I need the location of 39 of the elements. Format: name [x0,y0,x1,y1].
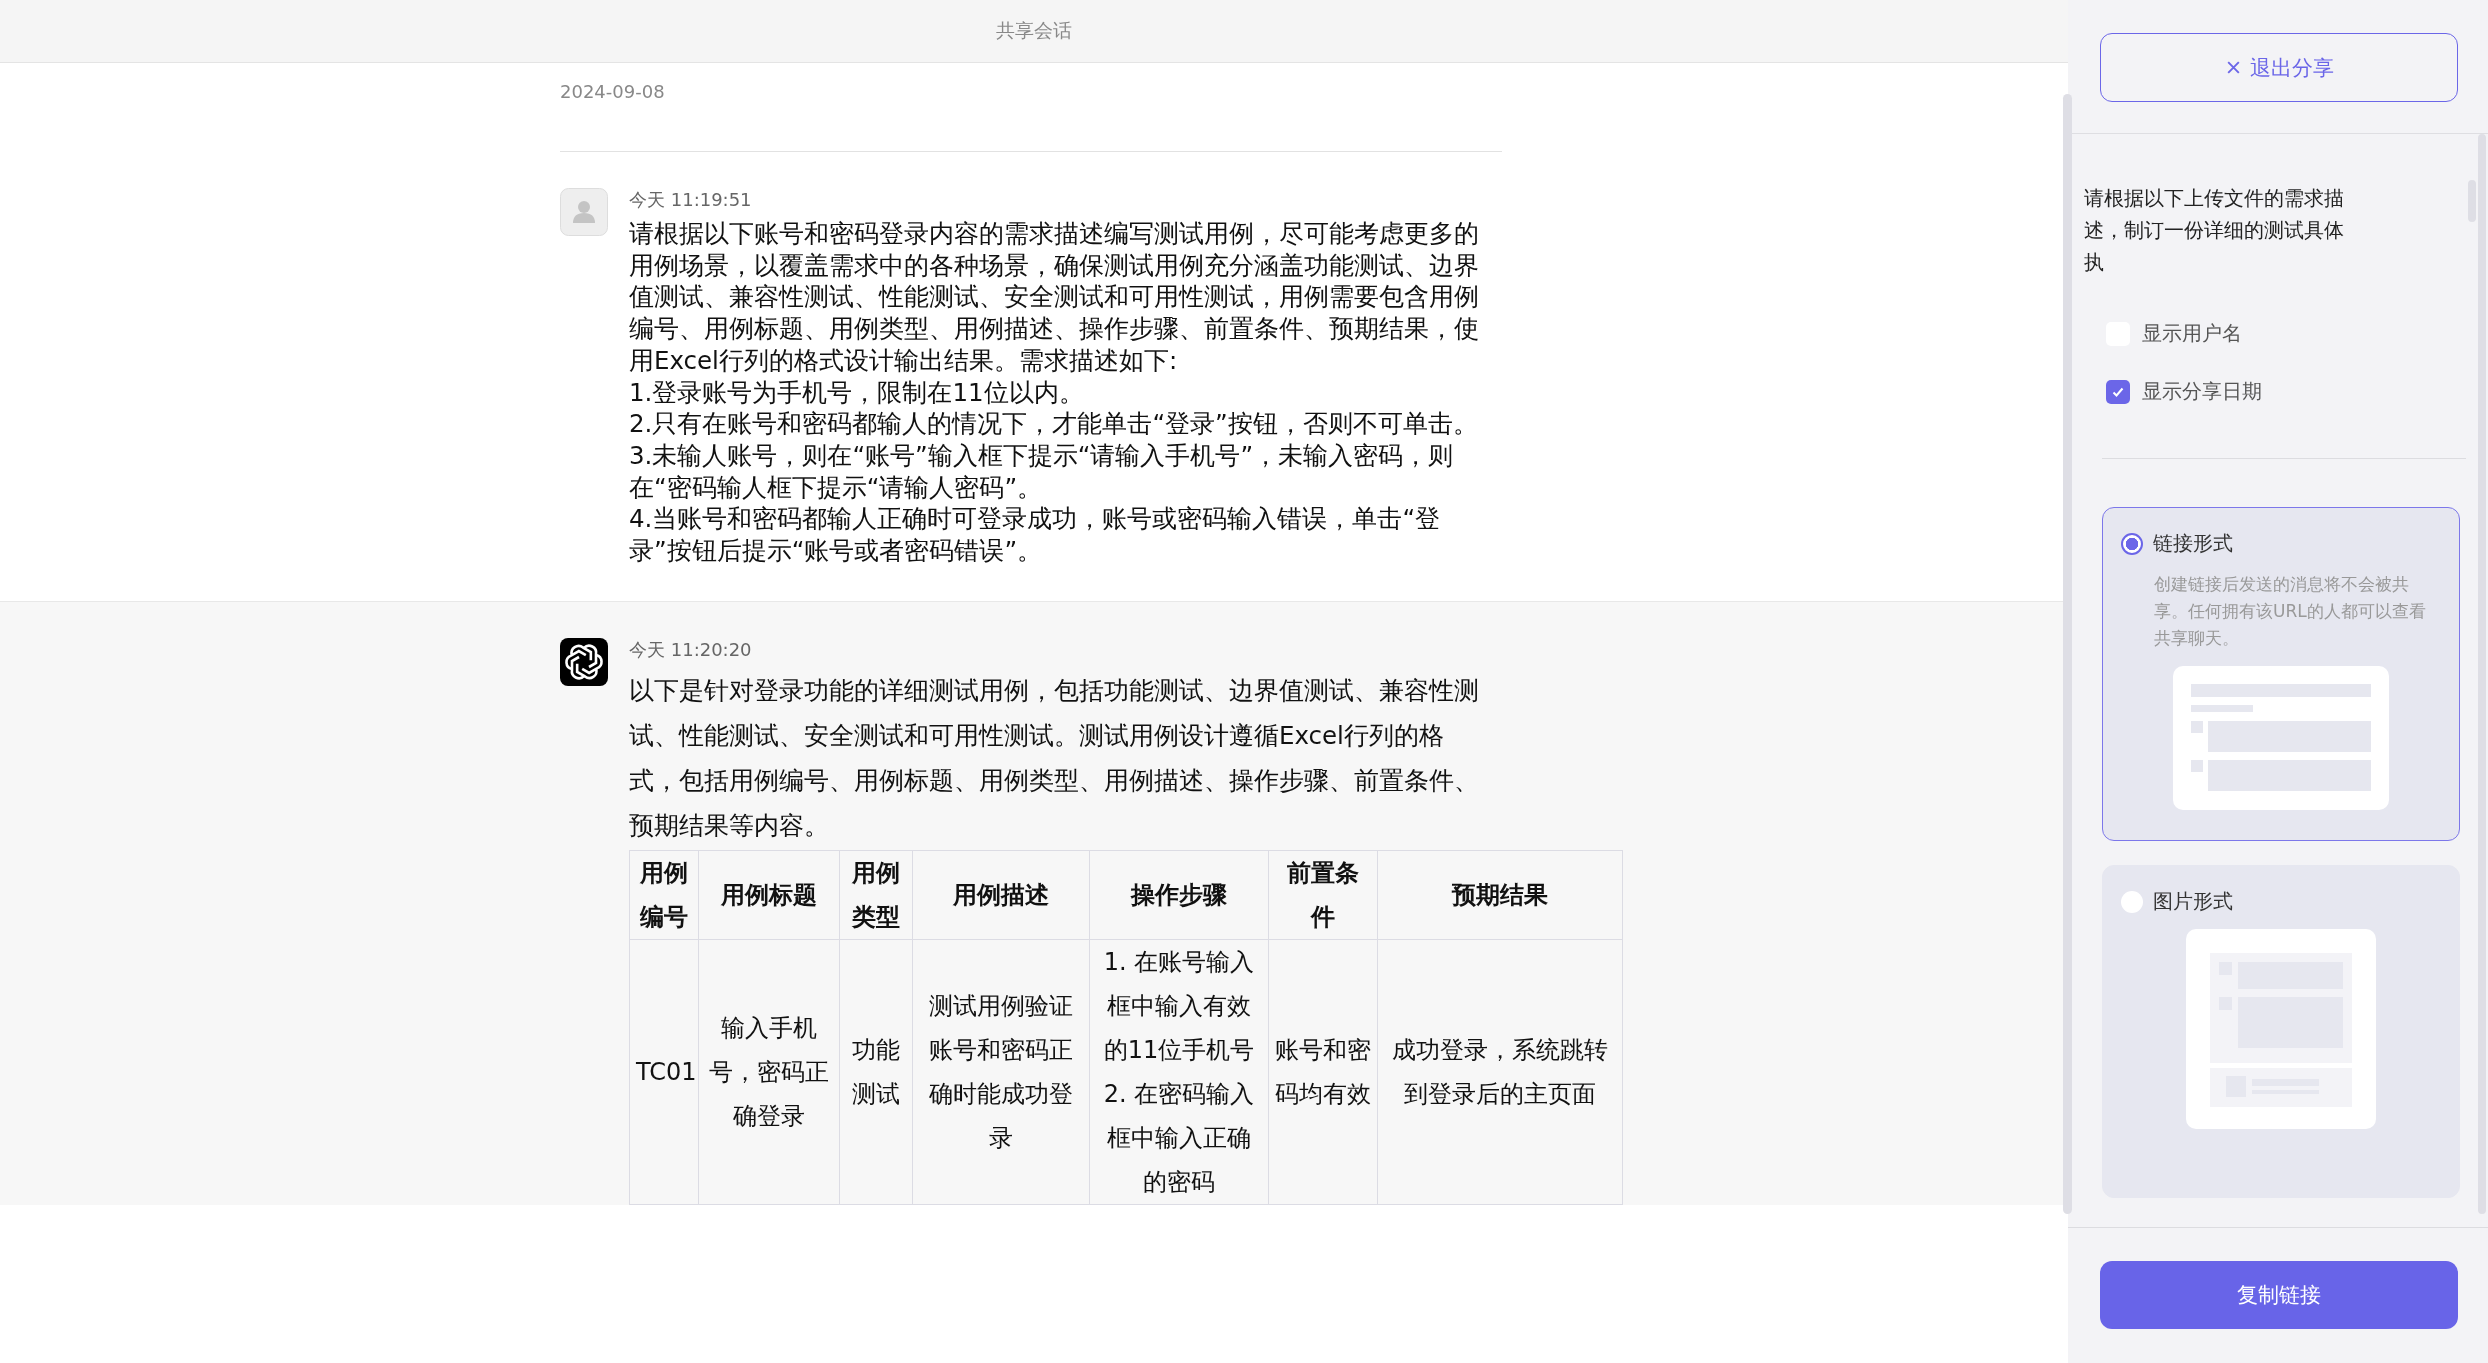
checkbox[interactable] [2106,379,2130,404]
message-text: 3.未输人账号，则在“账号”输入框下提示“请输入手机号”，未输入密码，则在“密码输人框下提示“请输人密码”。 [629,439,1455,504]
column-header: 用例标题 [698,850,840,940]
copy-link-button[interactable]: 复制链接 [2100,1261,2458,1329]
radio-button[interactable] [2121,890,2143,913]
message-text: 4.当账号和密码都输人正确时可登录成功，账号或密码输入错误，单击“登录”按钮后提示“账号或者密码错误”。 [629,503,1442,567]
user-avatar-icon [560,188,608,236]
column-header: 操作步骤 [1089,850,1269,940]
table-cell: 功能测试 [839,939,913,1205]
message-text: 2.只有在账号和密码都输人的情况下，才能单击“登录”按钮，否则不可单击。 [629,408,1479,440]
table-cell: 测试用例验证账号和密码正确时能成功登录 [912,939,1090,1205]
message-time: 今天 11:20:20 [629,637,753,662]
shared-prompt-preview: 请根据以下上传文件的需求描述，制订一份详细的测试具体执 [2084,185,2345,276]
message-text: 请根据以下账号和密码登录内容的需求描述编写测试用例，尽可能考虑更多的用例场景，以覆盖需求中的各种场景，确保测试用例充分涵盖功能测试、边界值测试、兼容性测试、性能测试、安全测试和可用性测试，用例需要包含用例编号、用例标题、用例类型、用例描述、操作步骤、前置条件、预期结果，使用Excel行列的格式设计输出结果。需求描述如下: [629,218,1480,377]
column-header: 前置条件 [1268,850,1378,940]
share-format-card[interactable]: 图片形式 [2102,865,2460,1198]
table-cell: 成功登录，系统跳转到登录后的主页面 [1377,939,1623,1205]
format-label: 图片形式 [2153,888,2233,915]
message-time: 今天 11:19:51 [629,188,753,212]
exit-share-button[interactable]: 退出分享 [2100,33,2458,102]
checkbox-label: 显示用户名 [2142,320,2242,347]
format-description: 创建链接后发送的消息将不会被共享。任何拥有该URL的人都可以查看共享聊天。 [2154,573,2427,650]
column-header: 用例描述 [912,850,1090,940]
format-label: 链接形式 [2153,530,2233,557]
table-cell: 输入手机号，密码正确登录 [698,939,840,1205]
column-header: 用例编号 [629,850,699,940]
table-cell: 1. 在账号输入框中输入有效的11位手机号 2. 在密码输入框中输入正确的密码 [1089,939,1269,1205]
share-format-card[interactable]: 链接形式 创建链接后发送的消息将不会被共享。任何拥有该URL的人都可以查看共享聊天。 [2102,507,2460,841]
column-header: 预期结果 [1377,850,1623,940]
radio-button[interactable] [2121,532,2143,555]
page-title: 共享会话 [996,18,1072,43]
message-text: 1.登录账号为手机号，限制在11位以内。 [629,376,1085,409]
checkbox-label: 显示分享日期 [2142,378,2262,405]
table-cell: TC01 [629,939,699,1205]
message-text: 以下是针对登录功能的详细测试用例，包括功能测试、边界值测试、兼容性测试、性能测试、安全测试和可用性测试。测试用例设计遵循Excel行列的格式，包括用例编号、用例标题、用例类型、用例描述、操作步骤、前置条件、预期结果等内容。 [629,674,1479,842]
table-cell: 账号和密码均有效 [1268,939,1378,1205]
column-header: 用例类型 [839,850,913,940]
assistant-avatar-icon [560,637,608,686]
share-date: 2024-09-08 [560,80,666,104]
